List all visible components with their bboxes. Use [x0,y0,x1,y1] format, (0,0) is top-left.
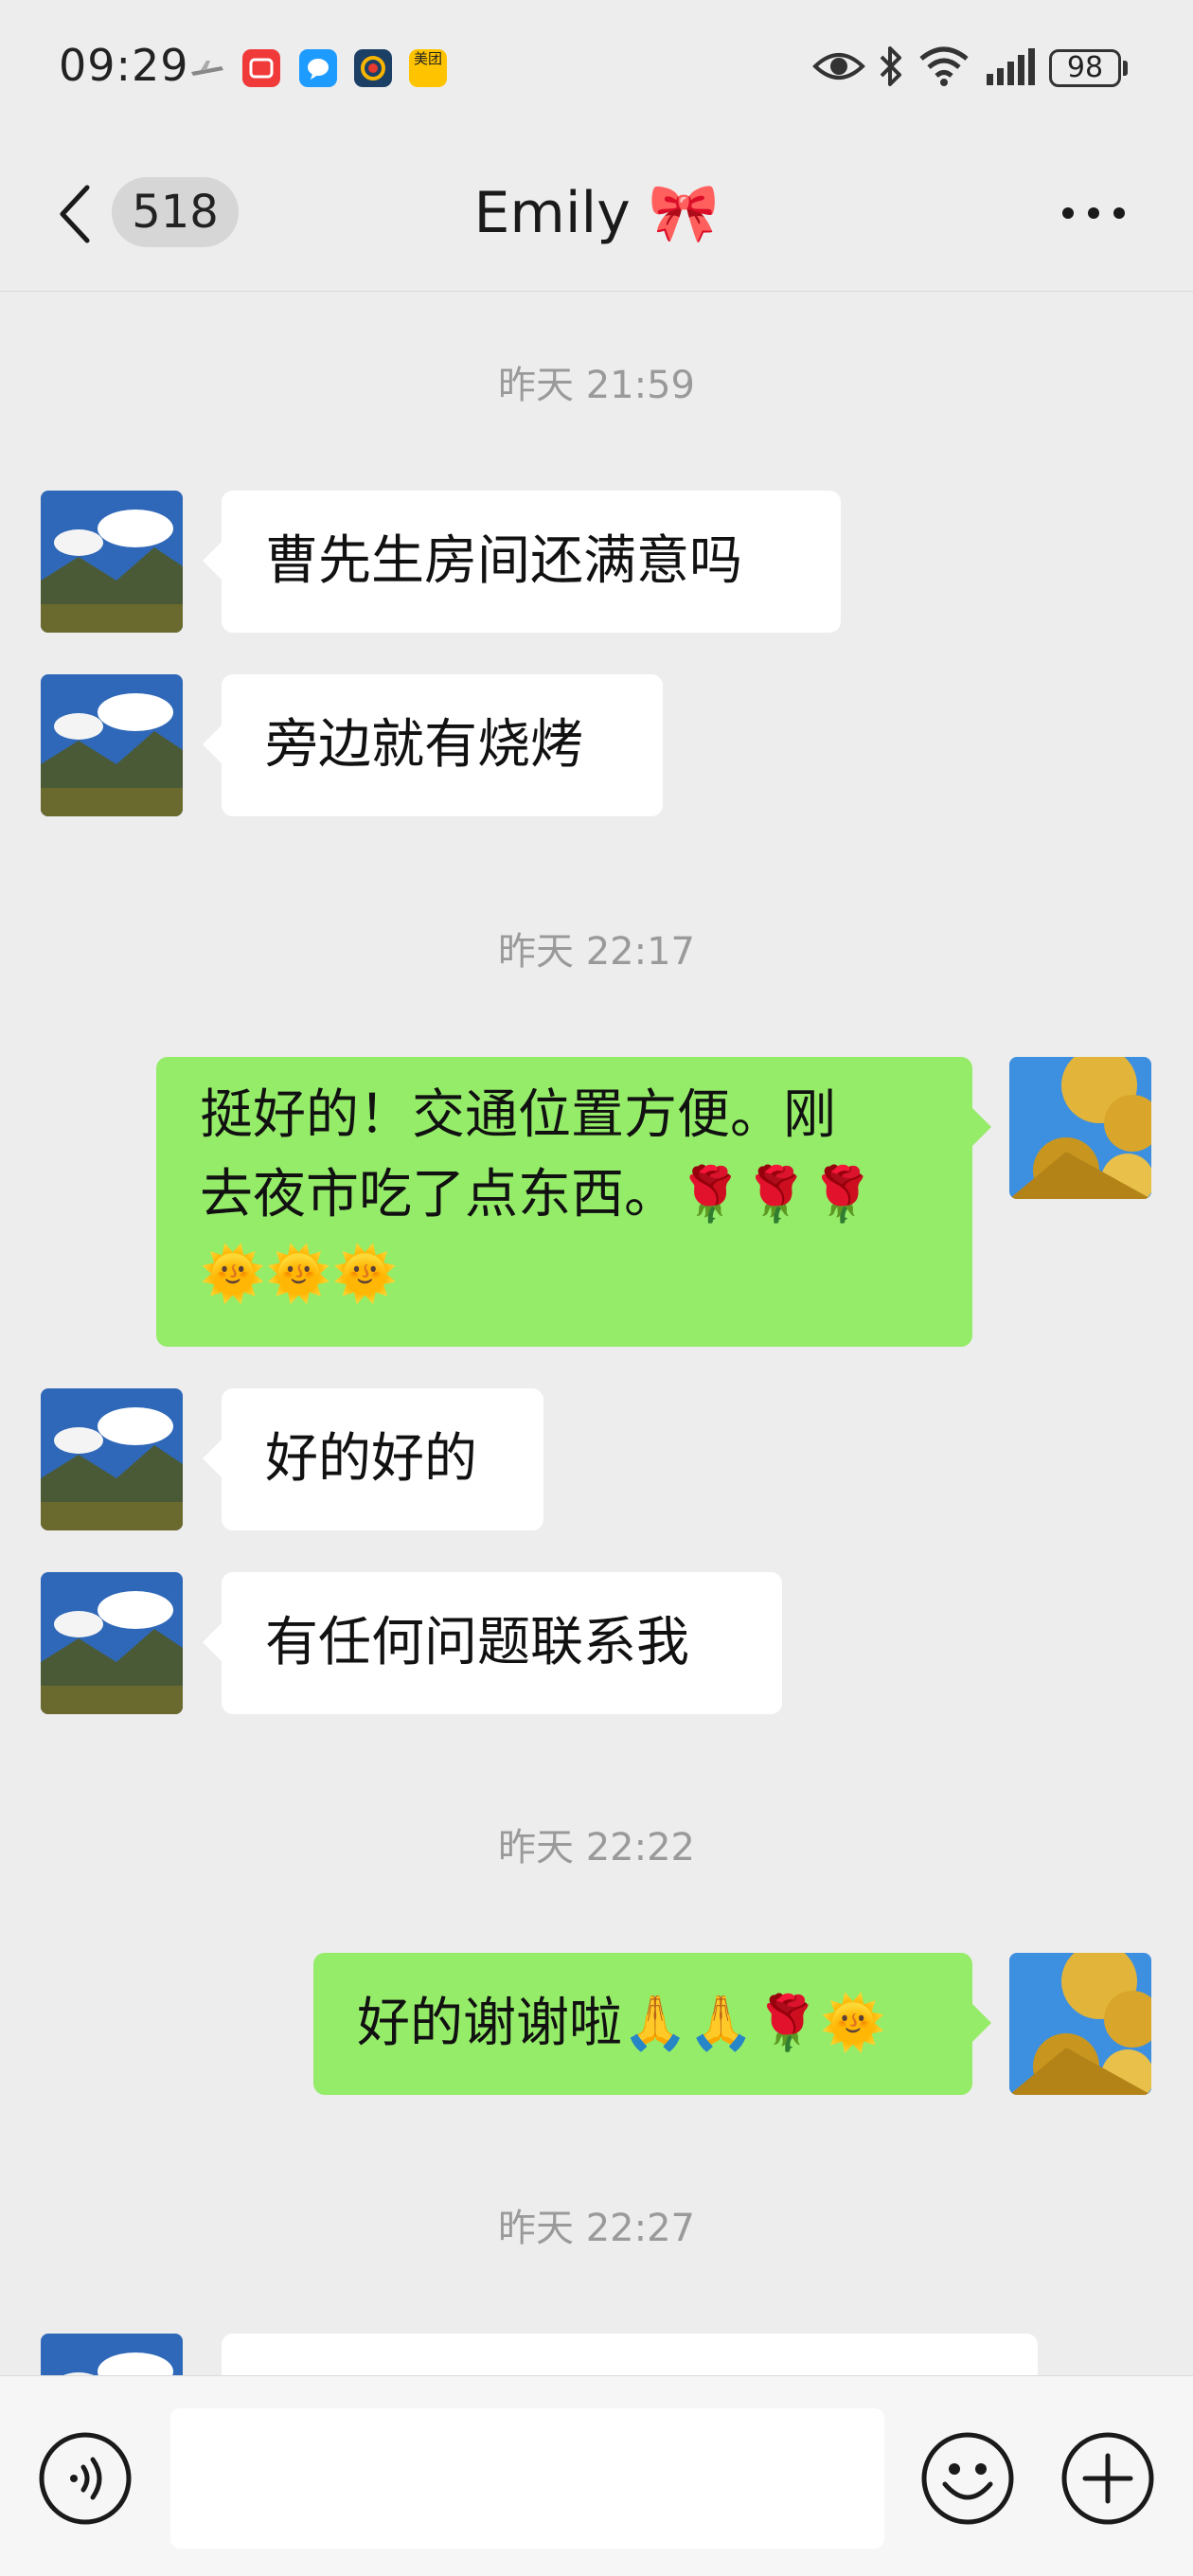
my-avatar[interactable] [1009,1953,1151,2095]
message-text: 好的好的 [265,1428,477,1490]
unread-count-badge[interactable]: 518 [112,177,239,247]
chat-title: Emily 🎀 [473,180,720,246]
incoming-message-bubble[interactable]: 有任何问题联系我 [203,1572,782,1714]
chat-header: 518 Emily 🎀 [0,133,1193,292]
back-button[interactable] [47,176,114,252]
timestamp: 昨天 22:22 [498,1826,695,1869]
message-input[interactable] [170,2408,884,2549]
meituan-label: 美团 [413,50,442,67]
chat-app-icon [299,49,337,87]
meituan-icon: 美团 [409,49,447,87]
message-text: 有任何问题联系我 [265,1612,689,1673]
more-options-icon[interactable] [1051,170,1136,256]
message-text: 旁边就有烧烤 [265,714,583,776]
contact-avatar[interactable] [41,1388,183,1530]
red-app-icon [242,49,280,87]
status-time: 09:29 [59,40,189,91]
outgoing-message-bubble[interactable]: 挺好的！交通位置方便。刚 去夜市吃了点东西。🌹🌹🌹 🌞🌞🌞 [156,1057,991,1347]
contact-avatar[interactable] [41,491,183,633]
status-bar: 09:29 美团 98 [0,0,1193,133]
outgoing-message-bubble[interactable]: 好的谢谢啦🙏🙏🌹🌞 [313,1953,991,2095]
incoming-message-bubble[interactable]: 曹先生房间还满意吗 [203,491,841,633]
message-text: 好的谢谢啦🙏🙏🌹🌞 [357,1993,886,2054]
my-avatar[interactable] [1009,1057,1151,1199]
battery-indicator: 98 [1049,49,1121,87]
emoji-icon[interactable] [918,2429,1017,2528]
voice-icon[interactable] [36,2429,134,2528]
message-text: 曹先生房间还满意吗 [265,530,742,592]
eye-icon [812,53,865,80]
incoming-message-bubble[interactable]: 好的好的 [203,1388,543,1530]
message-input-bar [0,2375,1193,2576]
plane-icon [187,49,225,87]
battery-nub [1123,61,1128,76]
contact-avatar[interactable] [41,674,183,816]
chat-screen: 09:29 美团 98 518 Emily 🎀 昨天 21:59 曹先生房间还满… [0,0,1193,2576]
bluetooth-icon [880,46,901,86]
message-text-line: 🌞🌞🌞 [200,1243,399,1305]
timestamp: 昨天 22:27 [498,2207,695,2250]
signal-icon [987,48,1035,85]
timestamp: 昨天 22:17 [498,930,695,974]
colorful-app-icon [354,49,392,87]
timestamp: 昨天 21:59 [498,364,695,407]
incoming-message-bubble[interactable]: 旁边就有烧烤 [203,674,663,816]
plus-icon[interactable] [1059,2429,1157,2528]
message-text-line: 去夜市吃了点东西。🌹🌹🌹 [200,1164,876,1225]
message-text-line: 挺好的！交通位置方便。刚 [200,1084,836,1146]
contact-avatar[interactable] [41,1572,183,1714]
wifi-icon [919,46,969,86]
